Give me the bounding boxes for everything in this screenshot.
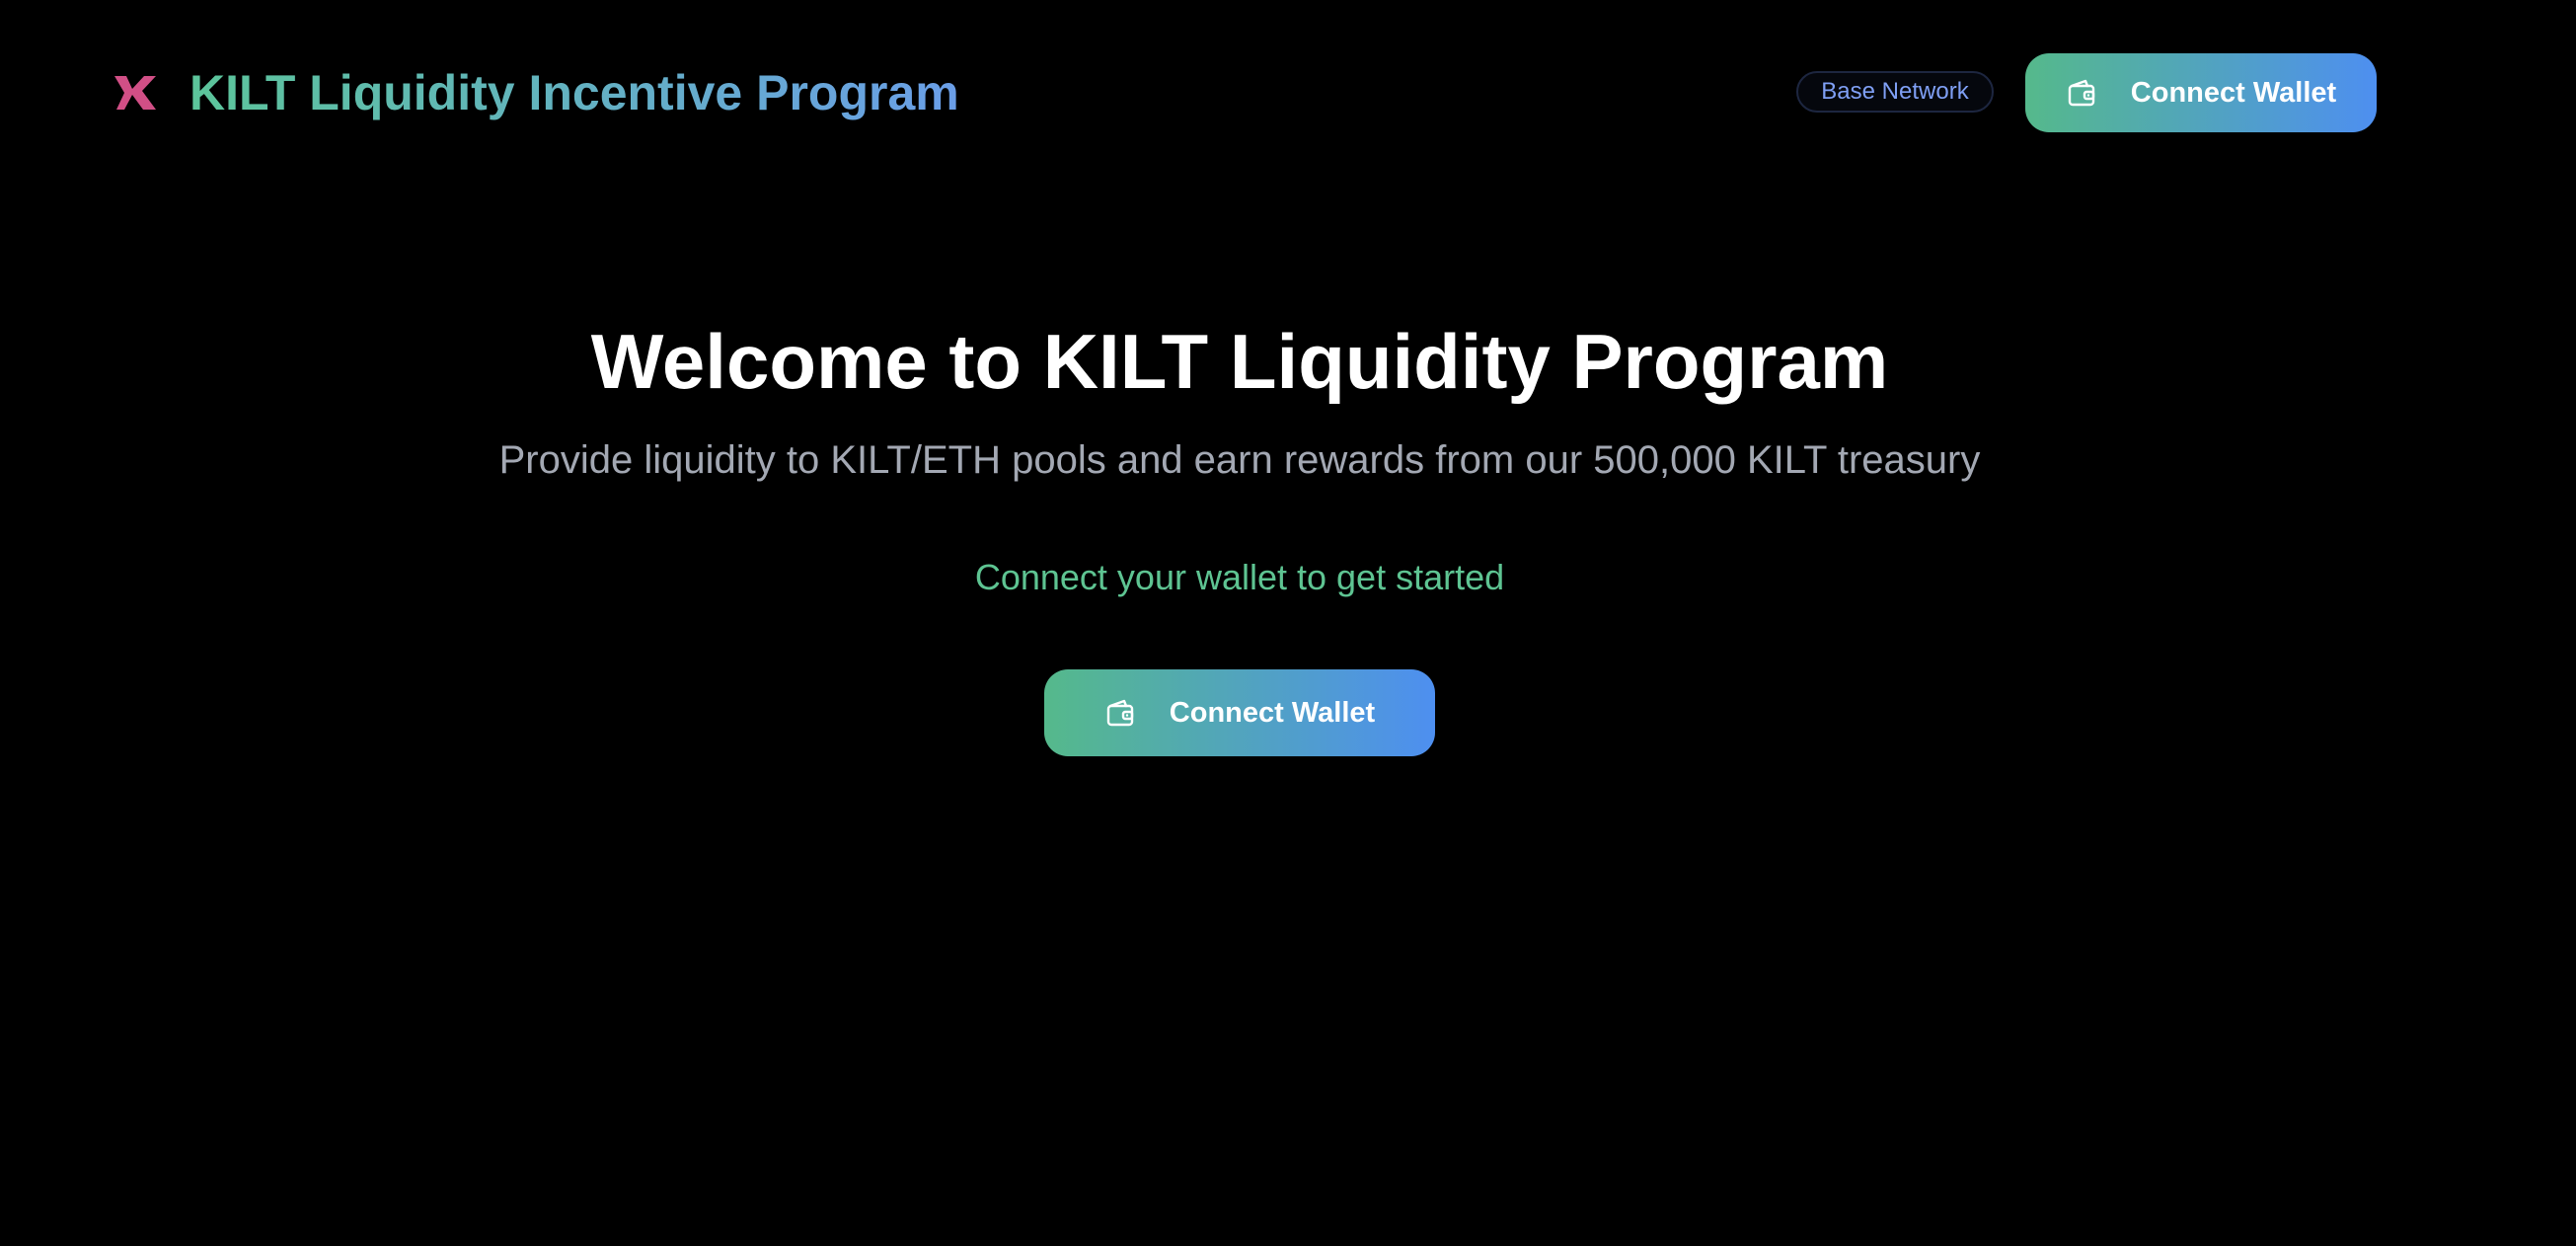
- app-title: KILT Liquidity Incentive Program: [189, 59, 959, 126]
- wallet-icon: [1104, 697, 1136, 729]
- kilt-logo-icon[interactable]: [113, 73, 158, 113]
- wallet-icon: [2066, 77, 2097, 109]
- connect-wallet-button[interactable]: Connect Wallet: [2025, 53, 2377, 132]
- page-subtitle: Provide liquidity to KILT/ETH pools and …: [498, 438, 1981, 482]
- hero-connect-wallet-button[interactable]: Connect Wallet: [1044, 669, 1435, 756]
- connect-wallet-label: Connect Wallet: [2130, 76, 2337, 109]
- page-title: Welcome to KILT Liquidity Program: [590, 318, 1889, 405]
- top-bar: KILT Liquidity Incentive Program Base Ne…: [0, 0, 2576, 186]
- hero-connect-wallet-label: Connect Wallet: [1169, 696, 1376, 729]
- network-badge: Base Network: [1796, 71, 1994, 113]
- connect-prompt: Connect your wallet to get started: [974, 557, 1505, 597]
